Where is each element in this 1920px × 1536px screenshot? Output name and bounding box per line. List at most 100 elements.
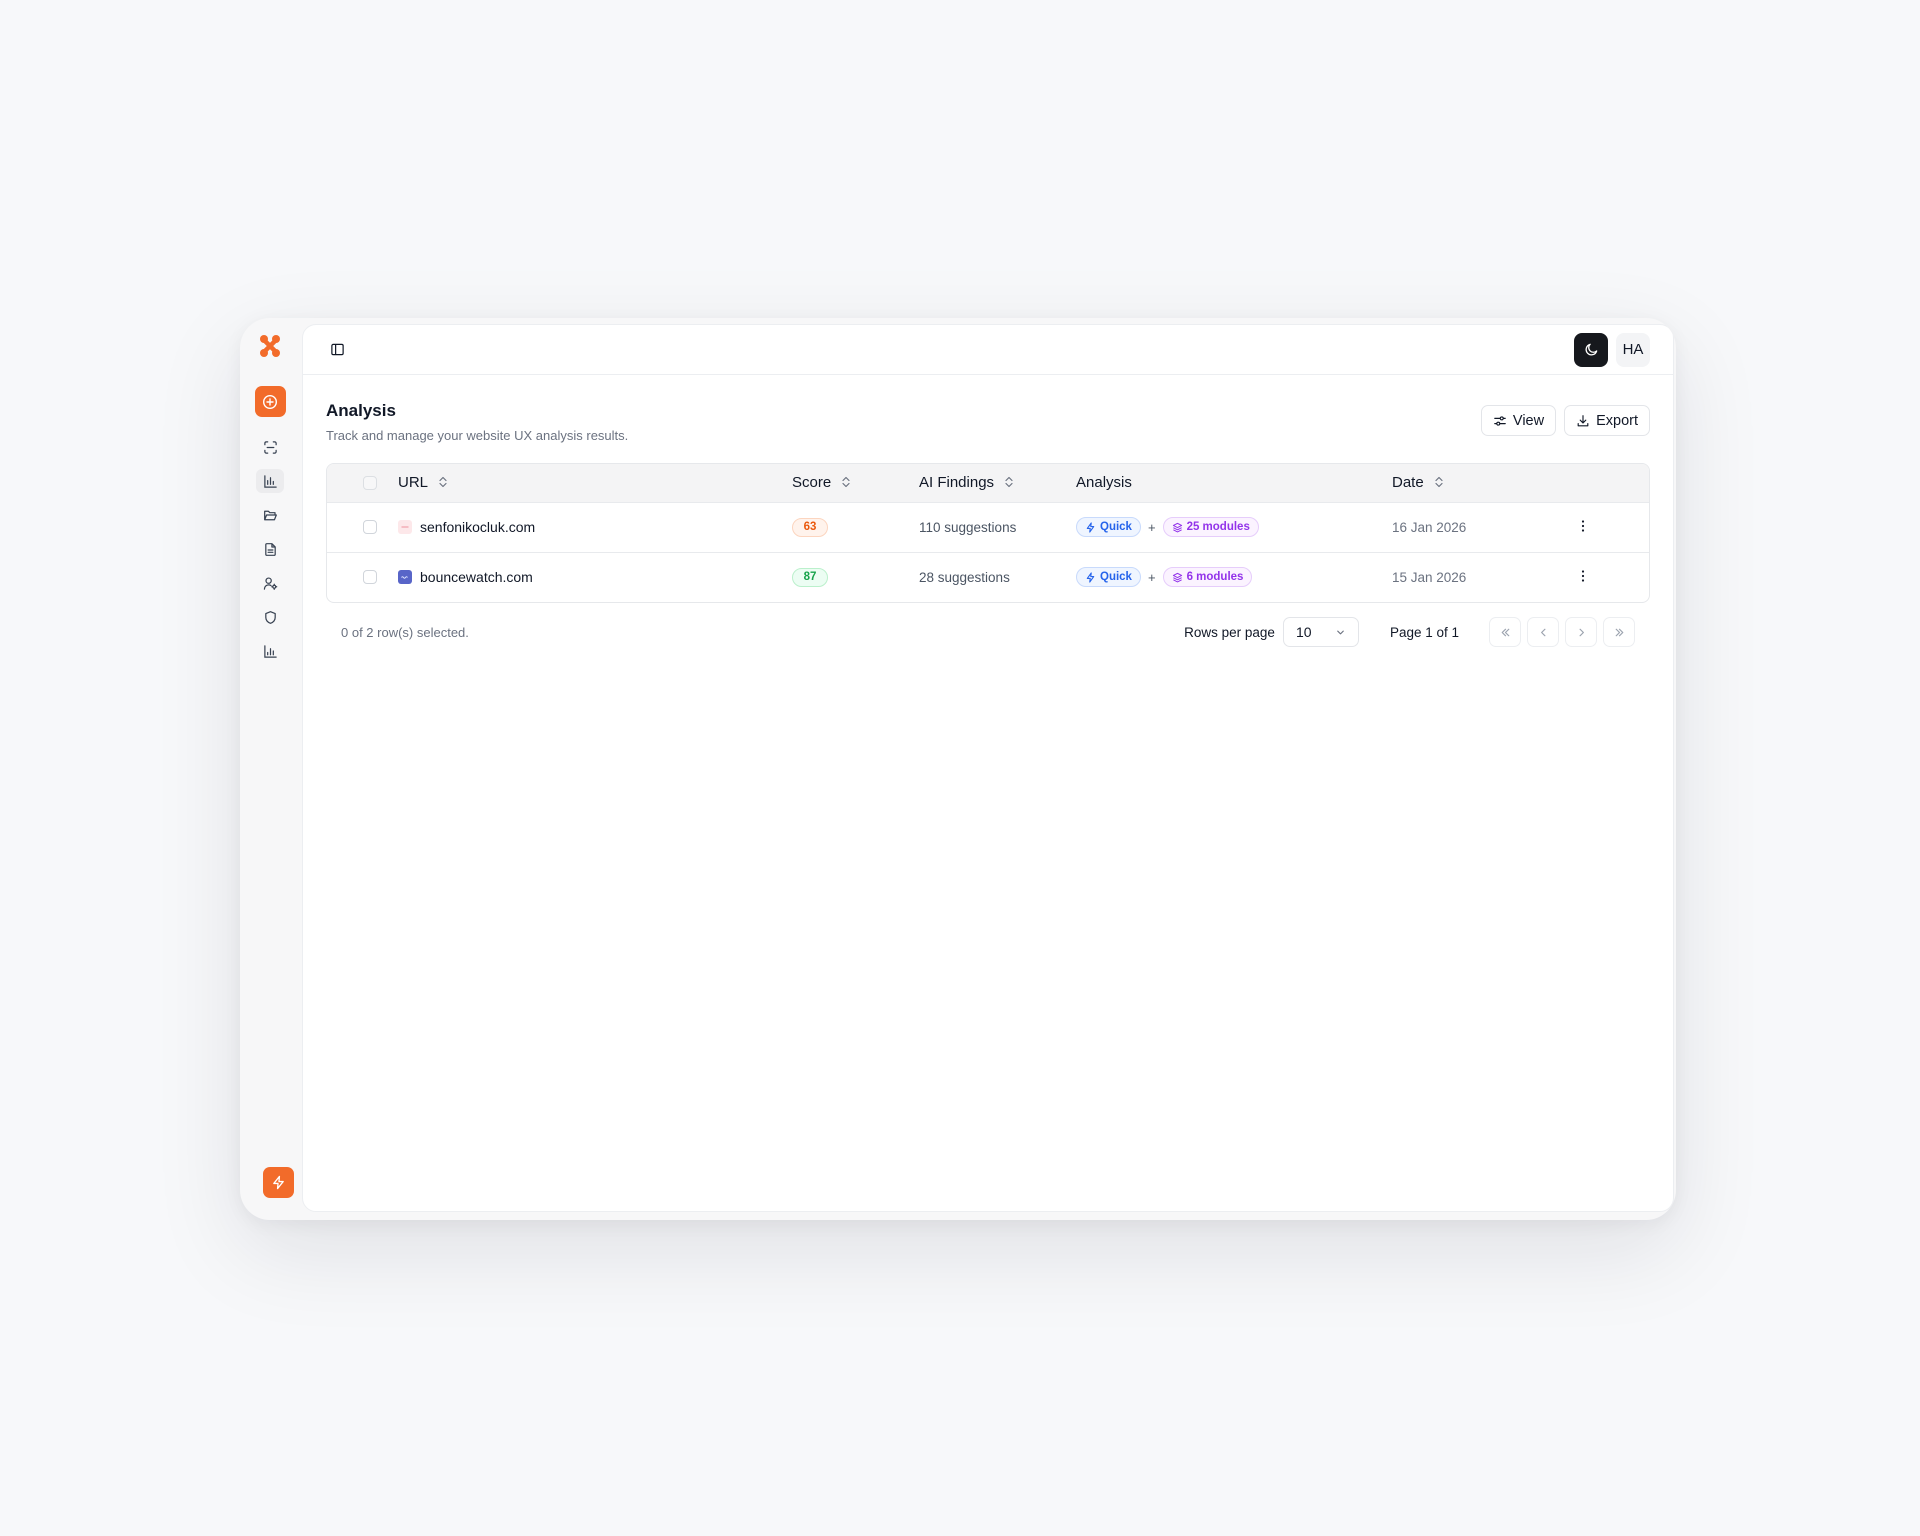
rows-per-page-label: Rows per page: [1184, 624, 1275, 640]
rail-item-projects[interactable]: [256, 503, 284, 527]
topbar: HA: [303, 325, 1673, 375]
bar-chart-icon: [263, 474, 277, 488]
upgrade-button[interactable]: [263, 1167, 294, 1198]
rows-per-page-select[interactable]: 10: [1282, 617, 1359, 647]
favicon-icon: [398, 570, 412, 585]
table-header-row: URL Score AI Findings Analysis Date: [327, 464, 1649, 502]
quick-chip: Quick: [1076, 567, 1141, 588]
score-cell: 63: [792, 502, 919, 552]
plus-sign: +: [1147, 519, 1156, 535]
chevron-down-icon: [1337, 630, 1344, 634]
column-findings-label: AI Findings: [919, 474, 995, 492]
modules-chip-label: 25 modules: [1186, 521, 1250, 533]
left-rail: [240, 318, 300, 1220]
row-checkbox[interactable]: [363, 570, 377, 585]
logo-icon: [260, 335, 280, 357]
row-actions-cell: [1575, 502, 1649, 552]
first-page-button[interactable]: [1489, 617, 1521, 647]
layers-icon: [1172, 572, 1182, 583]
chevron-right-icon: [1579, 628, 1584, 636]
rail-item-stats[interactable]: [256, 639, 284, 663]
view-button-label: View: [1512, 412, 1545, 429]
score-cell: 87: [792, 552, 919, 602]
date-cell: 15 Jan 2026: [1392, 569, 1467, 585]
user-cog-icon: [263, 576, 277, 590]
bolt-icon: [273, 1175, 284, 1190]
rail-item-users[interactable]: [256, 571, 284, 595]
row-actions-cell: [1575, 552, 1649, 602]
sort-icon: [1435, 477, 1443, 488]
pagination-buttons: [1489, 617, 1635, 647]
rail-item-analysis[interactable]: [256, 469, 284, 493]
column-url-label: URL: [398, 474, 428, 492]
column-analysis-label: Analysis: [1076, 474, 1132, 492]
new-analysis-button[interactable]: [254, 386, 286, 417]
download-icon: [1577, 414, 1589, 426]
plus-circle-icon: [262, 394, 278, 409]
column-header-url[interactable]: URL: [398, 464, 792, 502]
chevrons-right-icon: [1615, 628, 1623, 636]
panel-left-icon: [330, 343, 344, 356]
plus-sign: +: [1147, 569, 1156, 585]
modules-chip: 25 modules: [1162, 517, 1259, 537]
row-select-cell: [327, 552, 398, 602]
rail-item-security[interactable]: [256, 605, 284, 629]
modules-chip-label: 6 modules: [1186, 571, 1244, 584]
shield-icon: [264, 610, 276, 624]
analysis-cell: Quick + 6 modules: [1076, 552, 1392, 602]
folder-icon: [263, 510, 277, 520]
sidebar-toggle-button[interactable]: [327, 340, 347, 360]
analysis-table: URL Score AI Findings Analysis Date senf…: [326, 463, 1650, 603]
export-button-label: Export: [1596, 412, 1638, 429]
last-page-button[interactable]: [1603, 617, 1635, 647]
sort-icon: [1005, 477, 1013, 488]
next-page-button[interactable]: [1565, 617, 1597, 647]
score-badge: 63: [792, 517, 828, 537]
previous-page-button[interactable]: [1527, 617, 1559, 647]
page-header: Analysis Track and manage your website U…: [326, 401, 1650, 443]
moon-icon: [1585, 343, 1597, 356]
row-checkbox[interactable]: [363, 520, 377, 534]
column-header-date[interactable]: Date: [1392, 464, 1575, 502]
column-score-label: Score: [792, 474, 832, 492]
selection-info: 0 of 2 row(s) selected.: [341, 624, 469, 640]
sliders-icon: [1494, 415, 1506, 426]
avatar[interactable]: HA: [1616, 332, 1650, 367]
findings-cell: 28 suggestions: [919, 569, 1010, 585]
rows-per-page-value: 10: [1295, 624, 1312, 640]
rail-item-reports[interactable]: [256, 537, 284, 561]
analysis-cell: Quick + 25 modules: [1076, 502, 1392, 552]
rail-item-scan[interactable]: [256, 435, 284, 459]
chart-axis-icon: [263, 644, 277, 658]
bolt-icon: [1086, 521, 1095, 533]
main-panel: HA Analysis Track and manage your websit…: [302, 324, 1674, 1212]
app-logo[interactable]: [258, 334, 282, 358]
date-cell: 16 Jan 2026: [1392, 519, 1467, 535]
page-title: Analysis: [326, 401, 396, 420]
scan-icon: [263, 440, 277, 454]
layers-icon: [1172, 522, 1182, 532]
url-cell: bouncewatch.com: [398, 552, 792, 602]
more-vertical-icon[interactable]: [1575, 518, 1591, 534]
page-subtitle: Track and manage your website UX analysi…: [326, 428, 629, 443]
view-button[interactable]: View: [1480, 405, 1557, 436]
header-select-cell: [327, 464, 398, 502]
url-link[interactable]: bouncewatch.com: [420, 569, 533, 585]
table-row[interactable]: senfonikocluk.com 63 110 suggestions Qui…: [327, 502, 1649, 552]
page-heading: Analysis Track and manage your website U…: [326, 401, 628, 443]
column-header-score[interactable]: Score: [792, 464, 919, 502]
sort-icon: [439, 477, 447, 488]
score-badge: 87: [792, 567, 828, 587]
chevrons-left-icon: [1501, 628, 1509, 636]
table-row[interactable]: bouncewatch.com 87 28 suggestions Quick …: [327, 552, 1649, 602]
findings-cell: 110 suggestions: [919, 519, 1017, 535]
page-info: Page 1 of 1: [1389, 624, 1459, 640]
bolt-icon: [1086, 572, 1095, 583]
more-vertical-icon[interactable]: [1575, 568, 1591, 584]
select-all-checkbox[interactable]: [363, 475, 377, 490]
url-link[interactable]: senfonikocluk.com: [420, 519, 535, 535]
column-header-findings[interactable]: AI Findings: [919, 464, 1076, 502]
theme-toggle-button[interactable]: [1574, 332, 1608, 367]
export-button[interactable]: Export: [1564, 405, 1650, 436]
quick-chip: Quick: [1076, 517, 1141, 537]
